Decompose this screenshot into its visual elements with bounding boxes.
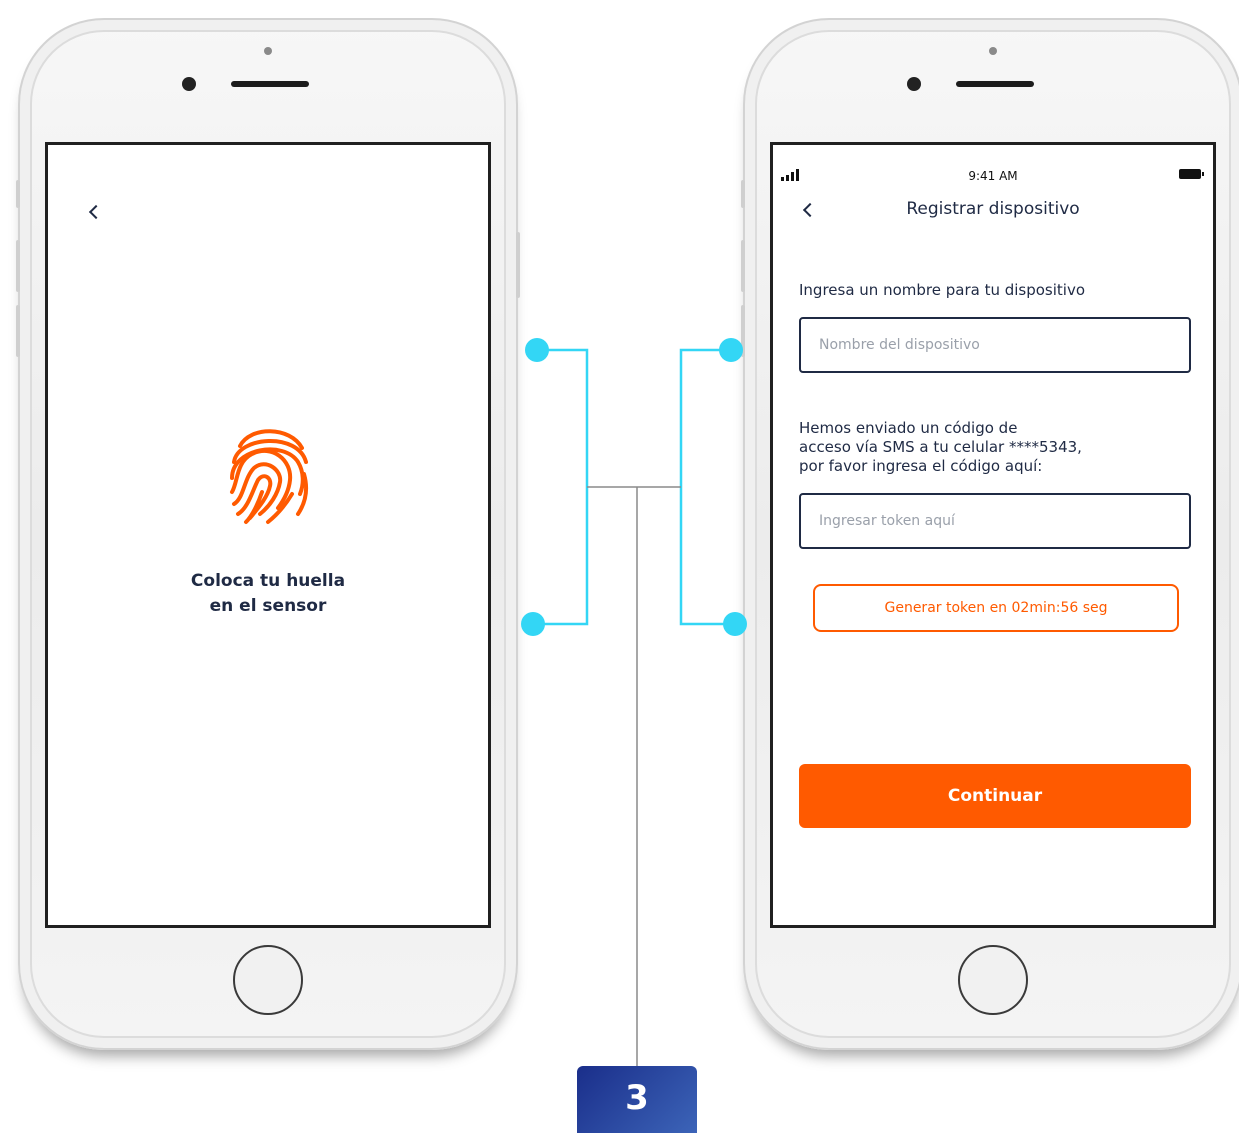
connector-lines — [521, 338, 747, 1066]
step-badge: 3 — [577, 1066, 697, 1133]
connector-dot-right-bottom — [723, 612, 747, 636]
connector-dot-right-top — [719, 338, 743, 362]
connector-dot-left-bottom — [521, 612, 545, 636]
left-bracket-line — [533, 348, 589, 626]
connector-dot-left-top — [525, 338, 549, 362]
right-bracket-line — [679, 348, 735, 626]
